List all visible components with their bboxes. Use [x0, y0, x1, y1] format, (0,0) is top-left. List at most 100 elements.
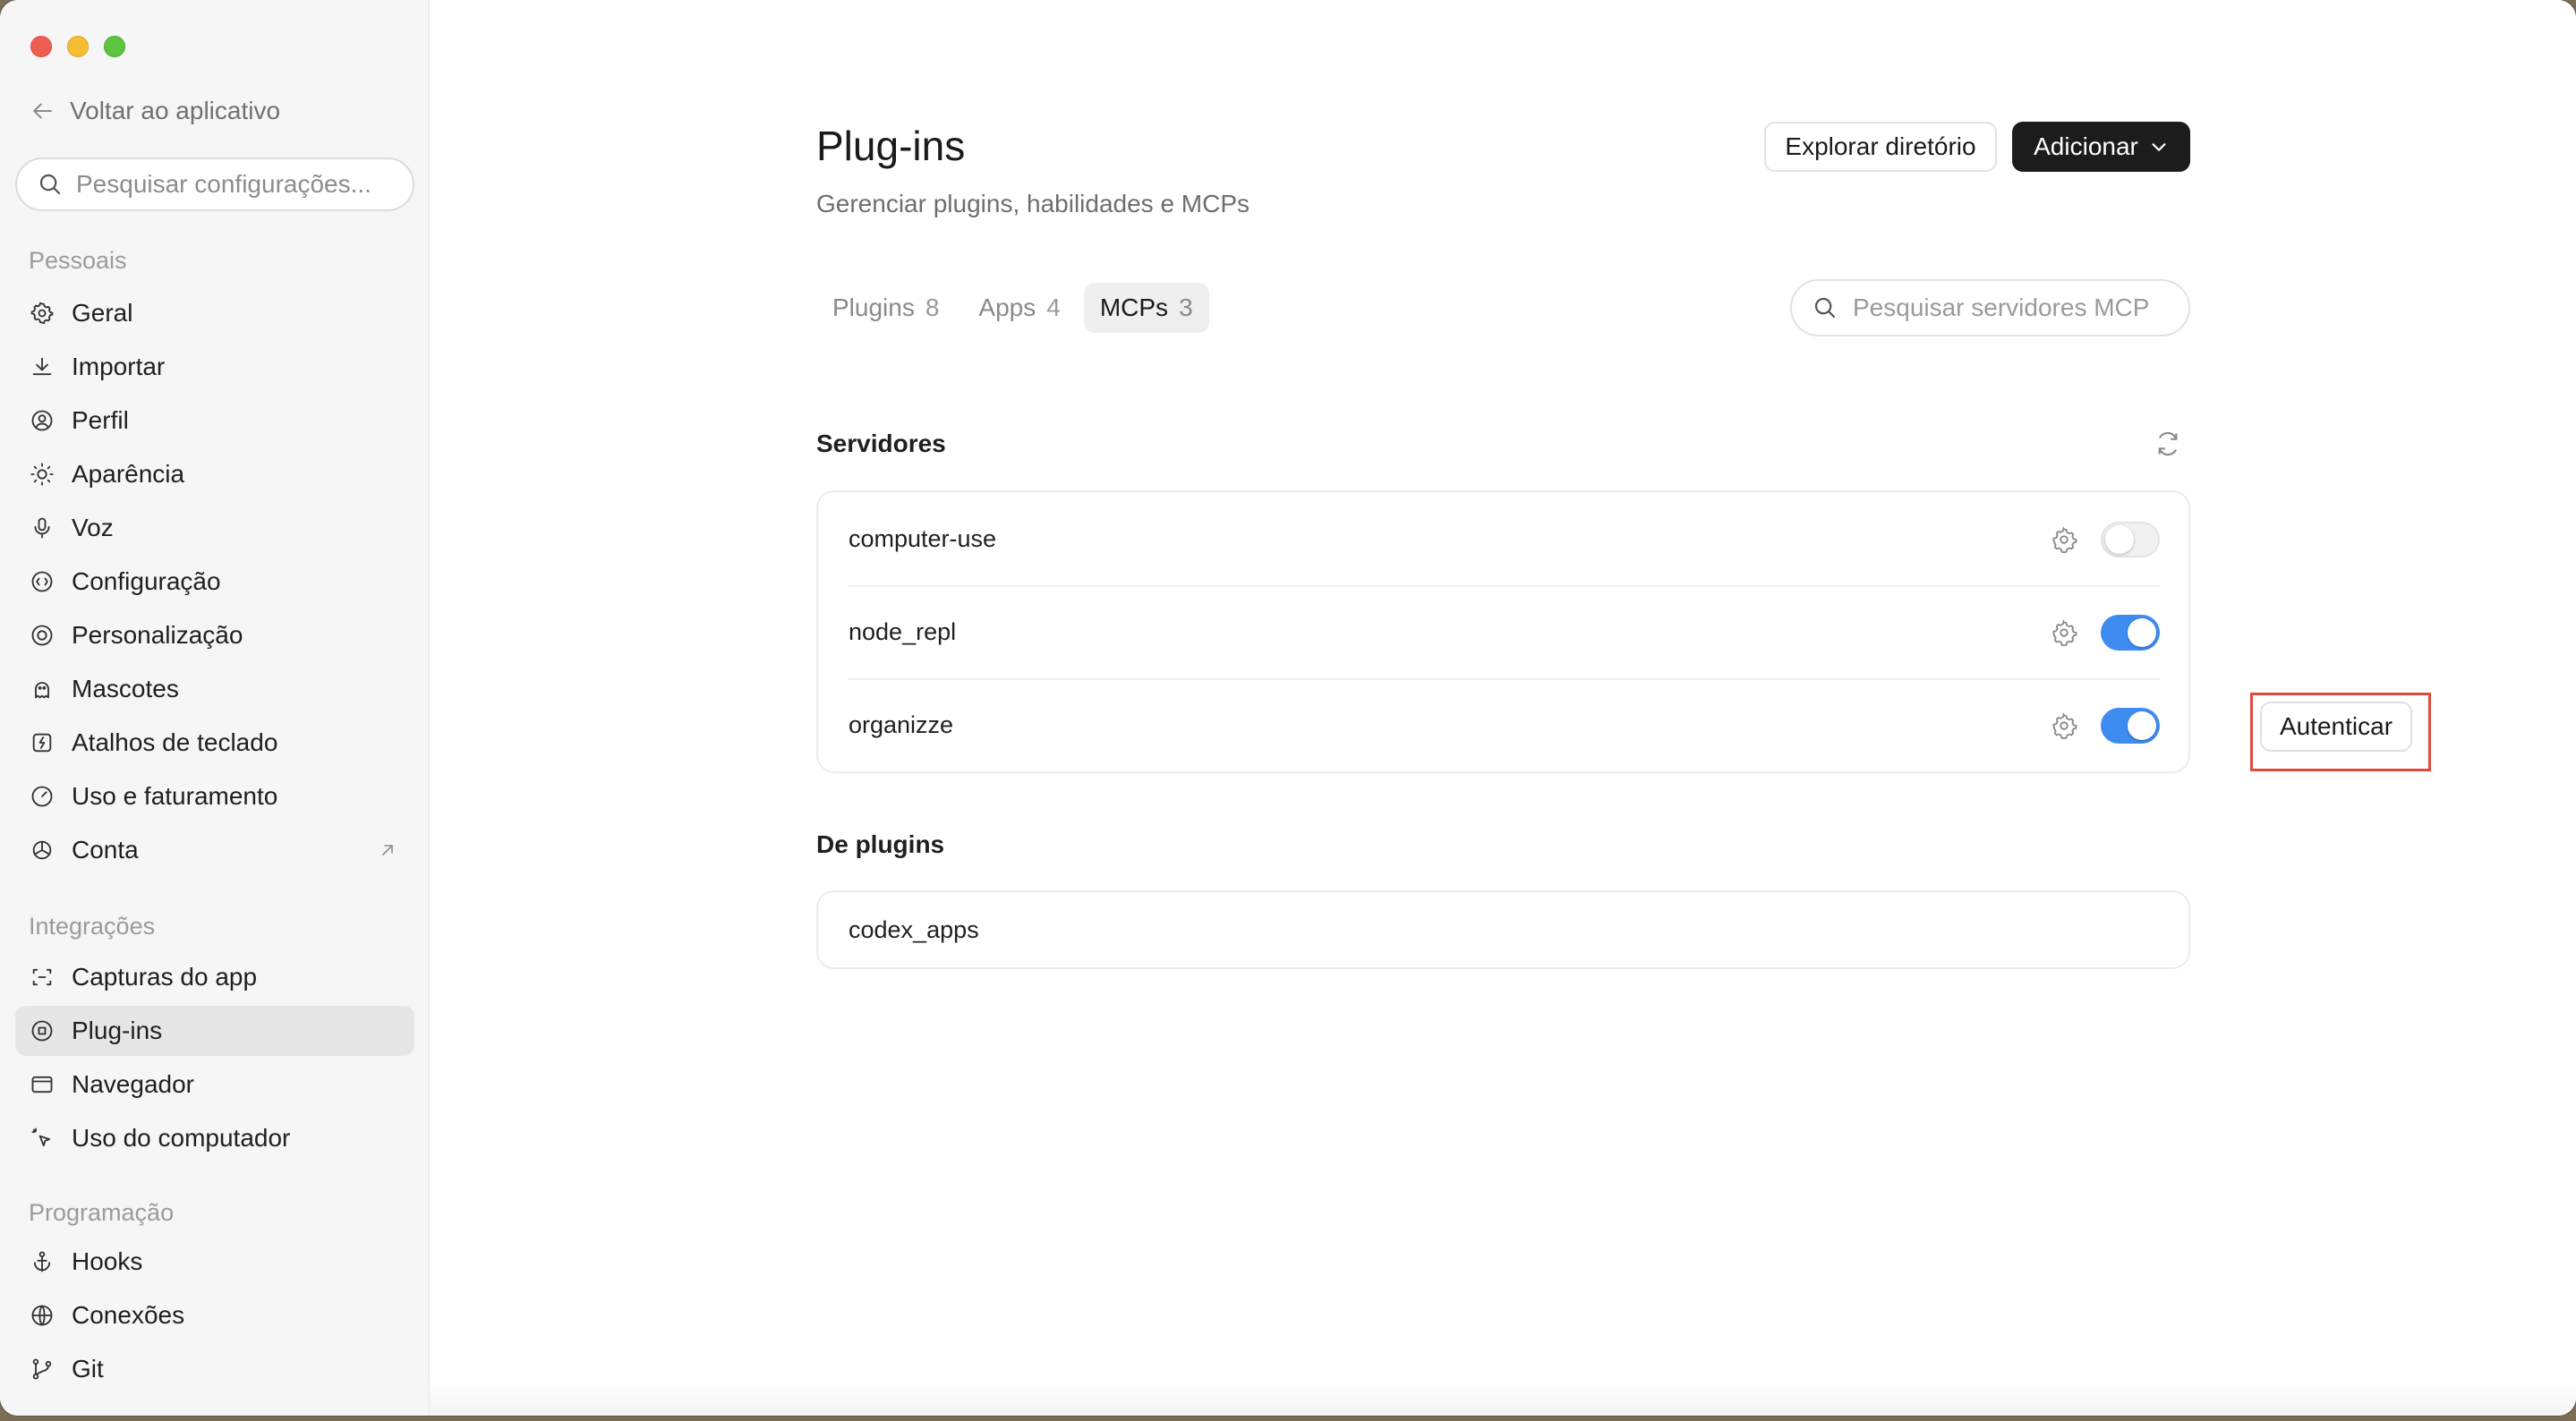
plugin-server-row-codex-apps: codex_apps [818, 892, 2188, 967]
sidebar-item-label: Atalhos de teclado [72, 728, 278, 756]
sidebar-item-personalizacao[interactable]: Personalização [15, 610, 414, 660]
download-icon [29, 353, 55, 380]
openai-logo-icon [29, 837, 55, 864]
server-toggle[interactable] [2101, 615, 2160, 651]
sidebar-item-uso-e-faturamento[interactable]: Uso e faturamento [15, 771, 414, 821]
maximize-window-button[interactable] [104, 36, 125, 57]
sidebar-item-atalhos-de-teclado[interactable]: Atalhos de teclado [15, 718, 414, 768]
settings-search-input[interactable] [76, 170, 398, 199]
server-name: codex_apps [849, 915, 979, 943]
sidebar-item-voz[interactable]: Voz [15, 503, 414, 553]
back-to-app-link[interactable]: Voltar ao aplicativo [29, 97, 280, 125]
tab-mcps[interactable]: MCPs 3 [1083, 283, 1209, 333]
user-circle-icon [29, 407, 55, 434]
sidebar-item-uso-do-computador[interactable]: Uso do computador [15, 1113, 414, 1163]
tab-count: 3 [1179, 294, 1193, 321]
tab-count: 8 [925, 294, 940, 321]
server-name: node_repl [849, 617, 957, 645]
sidebar-item-label: Mascotes [72, 675, 179, 702]
toggle-knob [2105, 525, 2134, 554]
sidebar-item-perfil[interactable]: Perfil [15, 396, 414, 446]
sidebar-item-label: Importar [72, 353, 166, 380]
sidebar-item-label: Conta [72, 836, 139, 864]
sidebar: Voltar ao aplicativo Pessoais Geral Import… [0, 0, 430, 1416]
plugin-servers-card: codex_apps [816, 890, 2190, 969]
keyboard-shortcut-icon [29, 729, 55, 756]
sidebar-item-label: Personalização [72, 621, 243, 649]
gear-icon [29, 300, 55, 327]
sidebar-item-label: Git [72, 1355, 104, 1383]
settings-search[interactable] [15, 157, 414, 211]
microphone-icon [29, 515, 55, 541]
server-name: organizze [849, 710, 954, 738]
main-content: Plug-ins Gerenciar plugins, habilidades … [430, 0, 2576, 1416]
sidebar-item-conta[interactable]: Conta [15, 825, 414, 875]
sidebar-section-label: Programação [29, 1199, 175, 1226]
toggle-knob [2128, 618, 2156, 647]
server-name: computer-use [849, 524, 997, 552]
add-button[interactable]: Adicionar [2012, 122, 2190, 172]
sidebar-item-mascotes[interactable]: Mascotes [15, 664, 414, 714]
servers-card: computer-use node_repl organizze Autenti… [816, 490, 2431, 773]
browser-window-icon [29, 1071, 55, 1098]
settings-badge-icon [29, 568, 55, 595]
sidebar-item-label: Geral [72, 299, 133, 327]
gear-icon[interactable] [2051, 712, 2077, 739]
sidebar-section-label: Pessoais [29, 247, 127, 274]
close-window-button[interactable] [30, 36, 52, 57]
sun-icon [29, 461, 55, 488]
server-toggle[interactable] [2101, 522, 2160, 557]
server-toggle[interactable] [2101, 708, 2160, 744]
arrow-left-icon [33, 103, 52, 119]
sidebar-item-git[interactable]: Git [15, 1344, 414, 1394]
sidebar-item-capturas-do-app[interactable]: Capturas do app [15, 952, 414, 1002]
screen-capture-icon [29, 964, 55, 991]
git-branch-icon [29, 1356, 55, 1383]
minimize-window-button[interactable] [67, 36, 89, 57]
cursor-click-icon [29, 1125, 55, 1152]
refresh-icon[interactable] [2154, 430, 2182, 458]
mcp-search-input[interactable] [1853, 294, 2175, 322]
sidebar-item-aparencia[interactable]: Aparência [15, 449, 414, 499]
page-subtitle: Gerenciar plugins, habilidades e MCPs [816, 190, 1250, 217]
mcp-search[interactable] [1790, 279, 2190, 336]
sidebar-item-importar[interactable]: Importar [15, 342, 414, 392]
sidebar-item-label: Conexões [72, 1301, 185, 1329]
plugin-icon [29, 1017, 55, 1044]
sidebar-item-label: Configuração [72, 567, 221, 595]
sidebar-item-label: Capturas do app [72, 963, 258, 991]
sidebar-item-label: Perfil [72, 406, 129, 434]
sidebar-item-navegador[interactable]: Navegador [15, 1059, 414, 1110]
sidebar-item-hooks[interactable]: Hooks [15, 1237, 414, 1287]
palette-icon [29, 622, 55, 649]
tab-plugins[interactable]: Plugins 8 [816, 283, 955, 333]
sidebar-item-label: Uso do computador [72, 1124, 291, 1152]
server-row-node-repl: node_repl [818, 585, 2188, 678]
authenticate-button[interactable]: Autenticar [2260, 702, 2412, 752]
tab-count: 4 [1046, 294, 1061, 321]
sidebar-item-geral[interactable]: Geral [15, 288, 414, 338]
globe-icon [29, 1302, 55, 1329]
search-icon [1814, 297, 1836, 319]
window-controls [30, 36, 125, 57]
sidebar-item-conexoes[interactable]: Conexões [15, 1290, 414, 1340]
anchor-icon [29, 1248, 55, 1275]
sidebar-item-label: Aparência [72, 460, 185, 488]
gauge-icon [29, 783, 55, 810]
server-row-organizze: organizze Autenticar [818, 678, 2431, 771]
explore-directory-button[interactable]: Explorar diretório [1764, 122, 1997, 172]
tabs: Plugins 8 Apps 4 MCPs 3 [816, 283, 1209, 333]
tab-label: Plugins [832, 294, 915, 321]
chevron-down-icon [2152, 143, 2166, 151]
gear-icon[interactable] [2051, 619, 2077, 646]
sidebar-section-label: Integrações [29, 913, 156, 940]
page-title: Plug-ins [816, 123, 966, 169]
add-button-label: Adicionar [2034, 132, 2138, 160]
sidebar-item-label: Hooks [72, 1247, 143, 1275]
back-label: Voltar ao aplicativo [70, 97, 281, 124]
sidebar-item-plug-ins[interactable]: Plug-ins [15, 1006, 414, 1056]
sidebar-item-configuracao[interactable]: Configuração [15, 557, 414, 607]
settings-window: Voltar ao aplicativo Pessoais Geral Import… [0, 0, 2576, 1416]
tab-apps[interactable]: Apps 4 [962, 283, 1076, 333]
gear-icon[interactable] [2051, 526, 2077, 553]
